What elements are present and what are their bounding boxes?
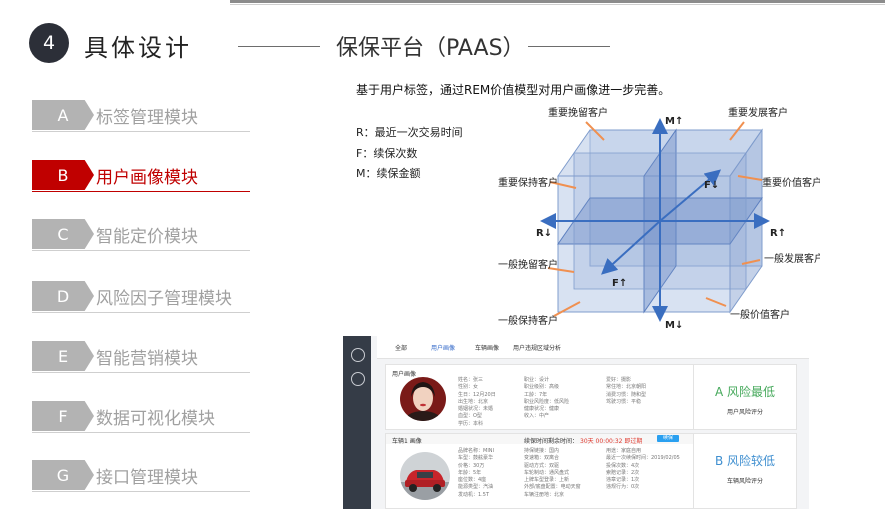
nav-item-b[interactable]: B 用户画像模块 xyxy=(32,160,250,192)
nav-letter: G xyxy=(32,460,94,490)
intro-text: 基于用户标签，通过REM价值模型对用户画像进一步完善。 xyxy=(356,83,671,97)
nav-divider xyxy=(32,432,250,433)
renew-countdown-value: 30天 00:00:32 即过期 xyxy=(580,438,643,445)
vehicle-card-header: 车辆1 画像 续保时间剩余时间： 30天 00:00:32 即过期 续保 xyxy=(386,434,693,445)
nav-divider xyxy=(32,131,250,132)
segment-important-retain: 重要挽留客户 xyxy=(548,106,608,119)
tab-all[interactable]: 全部 xyxy=(395,343,407,352)
app-sidebar xyxy=(343,336,371,509)
legend-f: F：续保次数 xyxy=(356,147,418,160)
user-job-fields: 职业：设计 职业级别：高级 工龄：7年 职业风险度：低风险 健康状况：健康 收入… xyxy=(524,377,570,420)
user-risk-box: A 风险最低 用户风险评分 xyxy=(693,365,796,429)
vehicle-risk-level: B 风险较低 xyxy=(714,454,776,468)
nav-label: 智能定价模块 xyxy=(96,227,198,247)
segment-general-develop: 一般发展客户 xyxy=(764,252,820,265)
header-rule-left xyxy=(238,46,320,47)
segment-general-retain: 一般挽留客户 xyxy=(498,258,558,271)
user-icon[interactable] xyxy=(351,372,365,386)
portrait-app-screenshot: 全部 用户画像 车辆画像 用户违规区域分析 用户画像 姓名：张三 性别：女 生日… xyxy=(343,336,809,509)
nav-item-c[interactable]: C 智能定价模块 xyxy=(32,219,250,251)
tab-user-portrait[interactable]: 用户画像 xyxy=(431,343,455,352)
nav-divider xyxy=(32,491,250,492)
axis-label-m-up: M↑ xyxy=(665,116,683,127)
user-basic-fields: 姓名：张三 性别：女 生日：12月20日 出生地：北京 婚姻状况：未婚 血型：O… xyxy=(458,377,496,427)
user-avatar xyxy=(400,377,446,421)
nav-divider xyxy=(32,372,250,373)
nav-divider xyxy=(32,191,250,192)
section-title: 保保平台（PAAS） xyxy=(336,36,525,61)
tab-vehicle-portrait[interactable]: 车辆画像 xyxy=(475,343,499,352)
menu-icon[interactable] xyxy=(351,348,365,362)
user-risk-label: 用户风险评分 xyxy=(726,409,763,416)
segment-general-value: 一般价值客户 xyxy=(730,308,790,321)
vehicle-config-fields: 持保链接：国内 变速箱：双离合 驱动方式：双驱 车轮制动：通风盘式 上牌车型登录… xyxy=(524,448,581,498)
axis-label-f-up: F↓ xyxy=(704,180,719,191)
user-risk-level: A 风险最低 xyxy=(714,385,776,399)
legend-m: M：续保金额 xyxy=(356,167,421,180)
nav-letter: D xyxy=(32,281,94,311)
page-title: 具体设计 xyxy=(84,34,192,62)
nav-letter: A xyxy=(32,100,94,130)
vehicle-risk-label: 车辆风险评分 xyxy=(726,478,763,485)
axis-label-f-down: F↑ xyxy=(612,278,627,289)
rfm-cube-diagram: M↑ M↓ R↓ R↑ F↓ F↑ 重要挽留客户 重要发展客户 重要保持客户 重… xyxy=(498,106,820,331)
nav-label: 接口管理模块 xyxy=(96,468,198,488)
card-title: 车辆1 画像 xyxy=(392,438,422,445)
vehicle-basic-fields: 品牌名称：MINI 车型：鼓舷豪华 价格：30万 年龄：5年 座位数：4座 能源… xyxy=(458,448,495,498)
nav-letter: E xyxy=(32,341,94,371)
segment-general-keep: 一般保持客户 xyxy=(498,314,558,327)
header-rule-right xyxy=(528,46,610,47)
segment-important-value: 重要价值客户 xyxy=(762,176,820,189)
nav-item-f[interactable]: F 数据可视化模块 xyxy=(32,401,250,433)
nav-label: 智能营销模块 xyxy=(96,349,198,369)
nav-divider xyxy=(32,250,250,251)
user-habit-fields: 爱好：摄影 常住地：北京朝阳 消费习惯：随和型 驾驶习惯：平稳 xyxy=(606,377,647,405)
axis-label-r-right: R↑ xyxy=(770,228,786,239)
nav-item-g[interactable]: G 接口管理模块 xyxy=(32,460,250,492)
nav-label: 风险因子管理模块 xyxy=(96,289,232,309)
legend-r: R：最近一次交易时间 xyxy=(356,126,463,139)
vehicle-history-fields: 用途：家庭自用 最近一次续保时间：2019/02/05 投保次数：4次 索赔记录… xyxy=(606,448,680,491)
nav-item-a[interactable]: A 标签管理模块 xyxy=(32,100,250,132)
nav-label: 数据可视化模块 xyxy=(96,409,215,429)
axis-label-m-down: M↓ xyxy=(665,320,683,331)
segment-important-keep: 重要保持客户 xyxy=(498,176,558,189)
renew-countdown-label: 续保时间剩余时间： xyxy=(524,438,579,445)
axis-label-r-left: R↓ xyxy=(536,228,552,239)
segment-important-develop: 重要发展客户 xyxy=(728,106,788,119)
top-rule-thin xyxy=(230,4,885,5)
vehicle-portrait-card: 车辆1 画像 续保时间剩余时间： 30天 00:00:32 即过期 续保 品牌名… xyxy=(385,433,797,509)
card-title: 用户画像 xyxy=(392,371,417,378)
nav-item-e[interactable]: E 智能营销模块 xyxy=(32,341,250,373)
nav-letter: C xyxy=(32,219,94,249)
nav-divider xyxy=(32,312,250,313)
vehicle-risk-box: B 风险较低 车辆风险评分 xyxy=(693,434,796,508)
top-rule xyxy=(230,0,885,3)
user-portrait-card: 用户画像 姓名：张三 性别：女 生日：12月20日 出生地：北京 婚姻状况：未婚… xyxy=(385,364,797,430)
nav-letter: B xyxy=(32,160,94,190)
vehicle-photo xyxy=(400,452,450,500)
renew-button[interactable]: 续保 xyxy=(657,435,679,442)
nav-label: 标签管理模块 xyxy=(96,108,198,128)
app-tabs: 全部 用户画像 车辆画像 用户违规区域分析 xyxy=(377,336,809,359)
tab-violation-analysis[interactable]: 用户违规区域分析 xyxy=(513,343,561,352)
chapter-number: 4 xyxy=(29,23,69,63)
nav-item-d[interactable]: D 风险因子管理模块 xyxy=(32,281,250,313)
nav-label: 用户画像模块 xyxy=(96,168,198,188)
nav-letter: F xyxy=(32,401,94,431)
